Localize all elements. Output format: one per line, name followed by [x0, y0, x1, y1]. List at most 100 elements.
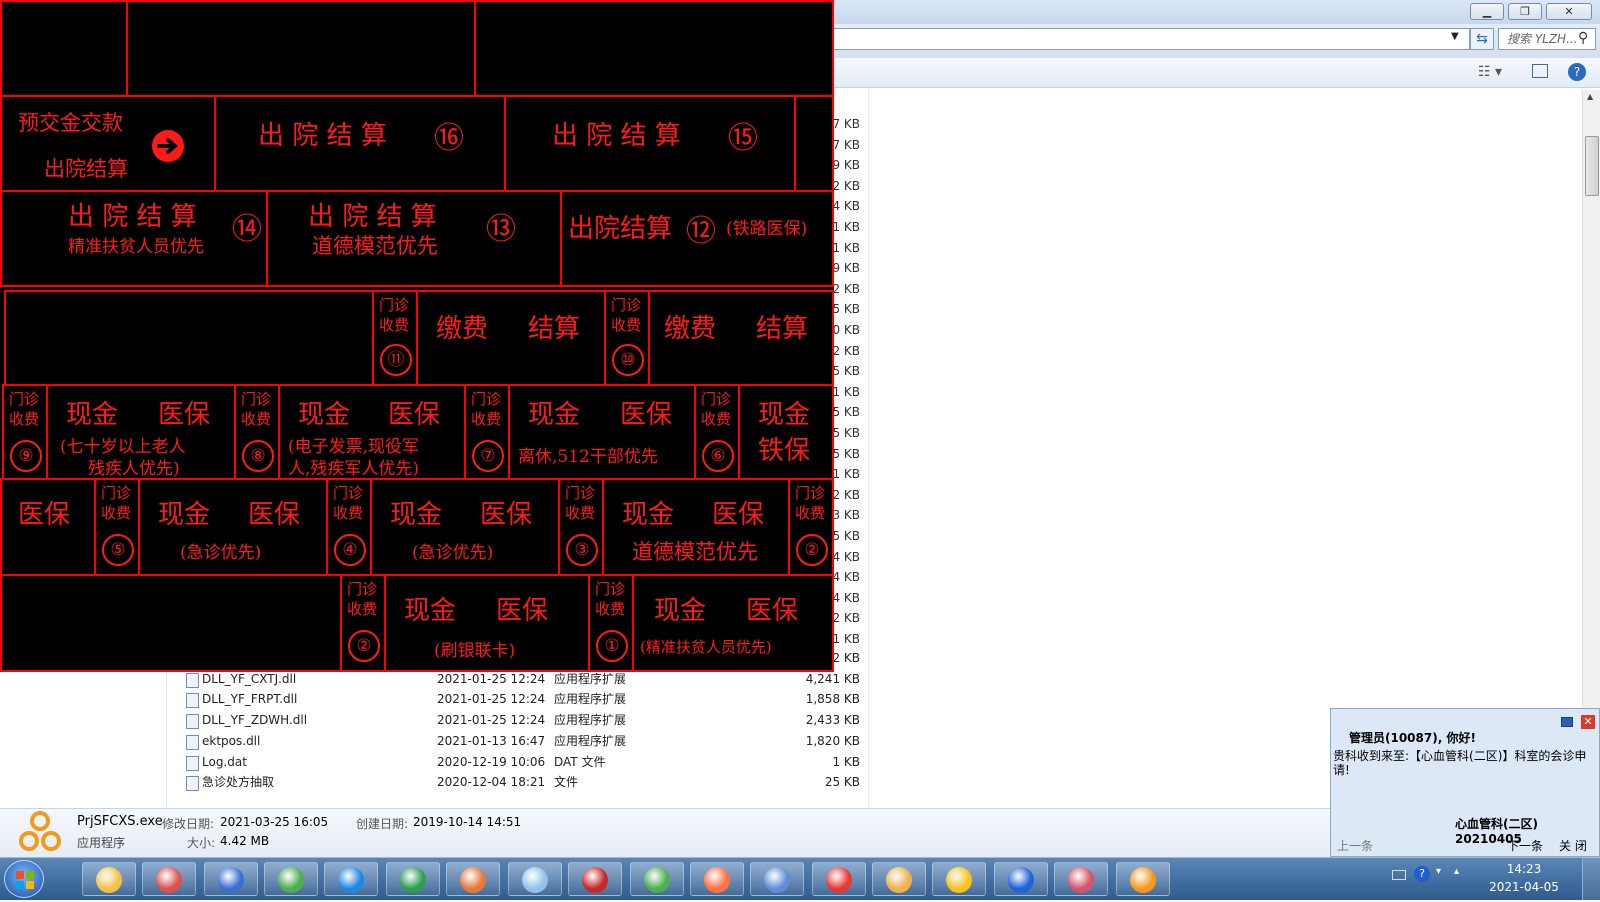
- cashier-window-5[interactable]: 现金 医保 (急诊优先): [138, 478, 328, 576]
- sub-9-b: 残疾人优先): [88, 459, 180, 479]
- taskbar-button[interactable]: [690, 862, 744, 896]
- cash-label-6: 现金: [758, 400, 811, 430]
- cashier-window-9[interactable]: 现金 医保 (七十岁以上老人 残疾人优先): [46, 384, 236, 480]
- restore-button[interactable]: ❐: [1508, 3, 1542, 20]
- address-dropdown-icon[interactable]: ▼: [1451, 31, 1463, 47]
- prev-button[interactable]: 上一条: [1337, 837, 1373, 854]
- taskbar-button[interactable]: [446, 862, 500, 896]
- taskbar-button[interactable]: [386, 862, 440, 896]
- number-5-badge: ⑤: [102, 534, 134, 566]
- number-10-badge: ⑩: [612, 344, 644, 376]
- network-icon[interactable]: ▾: [1436, 866, 1441, 877]
- taskbar-button[interactable]: [142, 862, 196, 896]
- address-input[interactable]: [818, 28, 1470, 50]
- cashier-window-8[interactable]: 现金 医保 (电子发票,现役军 人,残疾军人优先): [278, 384, 466, 480]
- insurance-label-9: 医保: [158, 400, 211, 430]
- help-tray-icon[interactable]: ?: [1414, 866, 1430, 882]
- discharge-window-14[interactable]: 出 院 结 算 精准扶贫人员优先 ⑭: [0, 190, 268, 287]
- file-type: 文件: [554, 775, 579, 790]
- mz-text-2a: 门诊: [795, 484, 826, 502]
- keyboard-icon[interactable]: [1392, 870, 1406, 880]
- taskbar-button[interactable]: [932, 862, 986, 896]
- file-row[interactable]: Log.dat 2020-12-19 10:06 DAT 文件 1 KB: [186, 752, 876, 773]
- insurance-window-partial[interactable]: 医保: [0, 478, 96, 576]
- cash-label-3: 现金: [622, 500, 675, 530]
- start-button[interactable]: [4, 860, 44, 898]
- number-8-badge: ⑧: [242, 440, 274, 472]
- help-icon[interactable]: ?: [1568, 63, 1586, 81]
- sql-app-icon: [946, 867, 972, 893]
- payment-window-10[interactable]: 缴费 结算: [648, 290, 834, 386]
- show-hidden-icons-icon[interactable]: ▴: [1454, 866, 1459, 877]
- vertical-scrollbar[interactable]: [1582, 90, 1600, 810]
- cashier-window-2[interactable]: 现金 医保 (刷银联卡): [384, 574, 590, 672]
- discharge-window-13[interactable]: 出 院 结 算 道德模范优先 ⑬: [266, 190, 562, 287]
- file-row[interactable]: DLL_YF_FRPT.dll 2021-01-25 12:24 应用程序扩展 1,8…: [186, 689, 876, 710]
- mz-text-2b: 收费: [795, 504, 826, 522]
- taskbar-button[interactable]: [264, 862, 318, 896]
- taskbar-button[interactable]: [1116, 862, 1170, 896]
- close-button[interactable]: 关 闭: [1559, 837, 1587, 854]
- blank-block-5: [4, 290, 374, 386]
- navigation-pane[interactable]: [0, 660, 167, 808]
- queue-kiosk-window: 预交金交款 出院结算 出 院 结 算 ⑯ 出 院 结 算 ⑮ 出 院 结 算 精…: [0, 0, 834, 672]
- scroll-up-icon[interactable]: ▲: [1587, 92, 1593, 101]
- taskbar-button[interactable]: [324, 862, 378, 896]
- discharge-window-15[interactable]: 出 院 结 算 ⑮: [504, 95, 796, 192]
- clock-time[interactable]: 14:23: [1494, 862, 1554, 876]
- discharge-12-sub: (铁路医保): [726, 219, 808, 239]
- cashier-window-7[interactable]: 现金 医保 离休,512干部优先: [508, 384, 696, 480]
- mz-text-8b: 收费: [241, 410, 272, 428]
- next-button[interactable]: 下一条: [1507, 837, 1543, 854]
- taskbar-button[interactable]: [1054, 862, 1108, 896]
- file-row[interactable]: 急诊处方抽取 2020-12-04 18:21 文件 25 KB: [186, 772, 876, 793]
- refresh-icon[interactable]: ⇆: [1470, 28, 1494, 50]
- preview-pane-icon[interactable]: [1532, 64, 1548, 78]
- taskbar-button[interactable]: [568, 862, 622, 896]
- mz-text-7b: 收费: [471, 410, 502, 428]
- blank-block-6: [0, 574, 342, 672]
- taskbar-button[interactable]: [994, 862, 1048, 896]
- file-row[interactable]: DLL_YF_ZDWH.dll 2021-01-25 12:24 应用程序扩展 2,4…: [186, 710, 876, 731]
- close-notification-icon[interactable]: ✕: [1581, 715, 1595, 729]
- notepad-icon: [522, 867, 548, 893]
- sub-3: 道德模范优先: [632, 540, 758, 564]
- view-options-icon[interactable]: ☷ ▾: [1478, 64, 1502, 80]
- taskbar-button[interactable]: [82, 862, 136, 896]
- payment-window-11[interactable]: 缴费 结算: [416, 290, 606, 386]
- discharge-14-sub: 精准扶贫人员优先: [68, 237, 204, 257]
- close-window-button[interactable]: ✕: [1546, 3, 1592, 20]
- scrollbar-thumb[interactable]: [1585, 136, 1599, 196]
- number-1-badge: ①: [596, 630, 628, 662]
- detail-type: 应用程序: [77, 836, 126, 850]
- taskbar-button[interactable]: [204, 862, 258, 896]
- cash-label-1: 现金: [654, 596, 707, 626]
- cashier-window-1[interactable]: 现金 医保 (精准扶贫人员优先): [632, 574, 834, 672]
- cashier-window-4[interactable]: 现金 医保 (急诊优先): [370, 478, 560, 576]
- pin-icon[interactable]: [1561, 717, 1573, 727]
- taskbar-button[interactable]: [508, 862, 562, 896]
- file-size: 1,858 KB: [805, 692, 860, 707]
- pay-label-10: 缴费: [664, 314, 717, 344]
- search-icon[interactable]: ⚲: [1578, 30, 1588, 46]
- file-date: 2021-01-13 16:47: [437, 733, 546, 748]
- file-row[interactable]: ektpos.dll 2021-01-13 16:47 应用程序扩展 1,820 KB: [186, 731, 876, 752]
- chrome-icon-2: [644, 867, 670, 893]
- cashier-window-3[interactable]: 现金 医保 道德模范优先: [602, 478, 790, 576]
- taskbar-button[interactable]: [812, 862, 866, 896]
- rail-insurance-label-6: 铁保: [758, 436, 811, 466]
- insurance-label-7: 医保: [620, 400, 673, 430]
- minimize-button[interactable]: ▁: [1470, 3, 1504, 20]
- mz-text-4b: 收费: [333, 504, 364, 522]
- show-desktop-button[interactable]: [1582, 857, 1600, 900]
- discharge-window-16[interactable]: 出 院 结 算 ⑯: [214, 95, 506, 192]
- sub-7: 离休,512干部优先: [518, 447, 658, 467]
- cashier-window-6[interactable]: 现金 铁保: [738, 384, 834, 480]
- taskbar-button[interactable]: [750, 862, 804, 896]
- mz-text-2c: 门诊: [347, 580, 378, 598]
- taskbar-button[interactable]: [630, 862, 684, 896]
- discharge-window-12[interactable]: 出院结算 ⑫ (铁路医保): [560, 190, 834, 287]
- insurance-label-2: 医保: [496, 596, 549, 626]
- taskbar-button[interactable]: [872, 862, 926, 896]
- clock-date[interactable]: 2021-04-05: [1482, 880, 1566, 894]
